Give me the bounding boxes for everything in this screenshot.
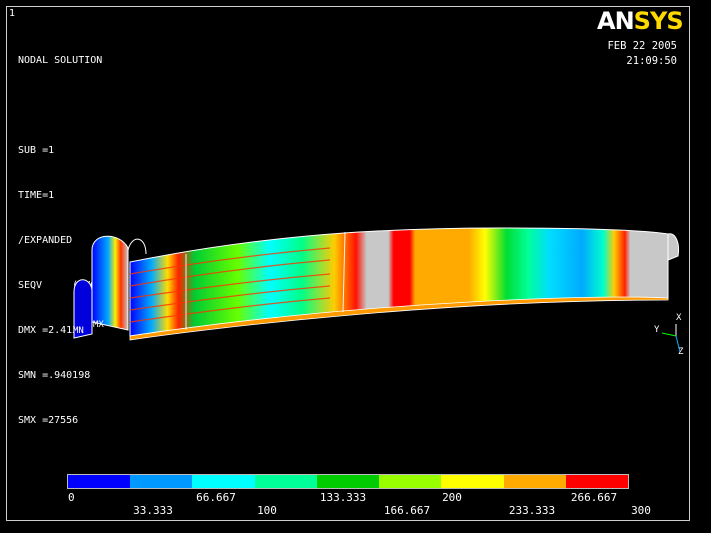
triad-y-label: Y (654, 325, 660, 335)
legend-tick-label: 233.333 (508, 504, 556, 517)
legend-tick-label: 200 (442, 491, 462, 504)
legend-tick-label: 0 (68, 491, 75, 504)
fe-model-view[interactable]: MN MX X Y Z (0, 0, 711, 533)
legend-swatch (192, 475, 255, 488)
legend-swatch (379, 475, 442, 488)
legend-swatch (316, 475, 380, 488)
triad-x-label: X (676, 313, 682, 323)
shell-body (129, 227, 669, 337)
left-end-cap-outer (91, 235, 129, 331)
legend-swatch (565, 475, 628, 488)
legend-swatch (68, 475, 131, 488)
legend-tick-label: 66.667 (196, 491, 236, 504)
legend-tick-label: 33.333 (133, 504, 173, 517)
legend-tick-label: 266.667 (570, 491, 618, 504)
left-arch (127, 238, 147, 255)
legend-swatch (503, 475, 566, 488)
coordinate-triad: X Y Z (654, 313, 684, 357)
max-label: MX (93, 320, 104, 330)
legend-tick-label: 300 (631, 504, 651, 517)
right-end-cap (667, 233, 679, 261)
min-label: MN (73, 326, 84, 336)
legend-tick-label: 100 (257, 504, 277, 517)
legend-swatch (254, 475, 317, 488)
legend-swatch (441, 475, 504, 488)
triad-z-label: Z (678, 347, 684, 357)
legend-tick-label: 166.667 (383, 504, 431, 517)
contour-legend-bar (67, 474, 629, 489)
legend-tick-label: 133.333 (319, 491, 367, 504)
legend-swatch (130, 475, 193, 488)
